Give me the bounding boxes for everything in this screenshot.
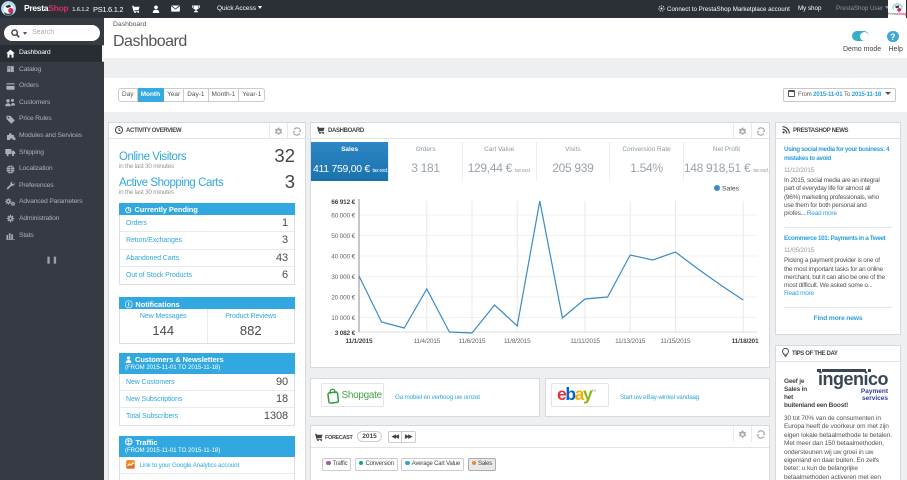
svg-text:11/1/2015: 11/1/2015 [346, 338, 373, 345]
svg-text:11/18/201: 11/18/201 [732, 338, 759, 345]
svg-text:30 000 €: 30 000 € [331, 274, 355, 281]
svg-text:10 000 €: 10 000 € [331, 315, 355, 322]
svg-text:11/11/2015: 11/11/2015 [570, 338, 600, 345]
svg-text:60 000 €: 60 000 € [331, 213, 355, 220]
svg-text:11/8/2015: 11/8/2015 [504, 338, 531, 345]
svg-text:40 000 €: 40 000 € [331, 254, 355, 261]
svg-text:11/4/2015: 11/4/2015 [413, 338, 440, 345]
svg-text:11/15/2015: 11/15/2015 [660, 338, 691, 345]
svg-text:66 912 €: 66 912 € [331, 199, 355, 206]
svg-text:20 000 €: 20 000 € [331, 295, 355, 302]
svg-text:50 000 €: 50 000 € [331, 233, 355, 240]
svg-text:11/13/2015: 11/13/2015 [615, 338, 646, 345]
svg-text:3 082 €: 3 082 € [335, 330, 356, 337]
svg-text:11/6/2015: 11/6/2015 [459, 338, 486, 345]
